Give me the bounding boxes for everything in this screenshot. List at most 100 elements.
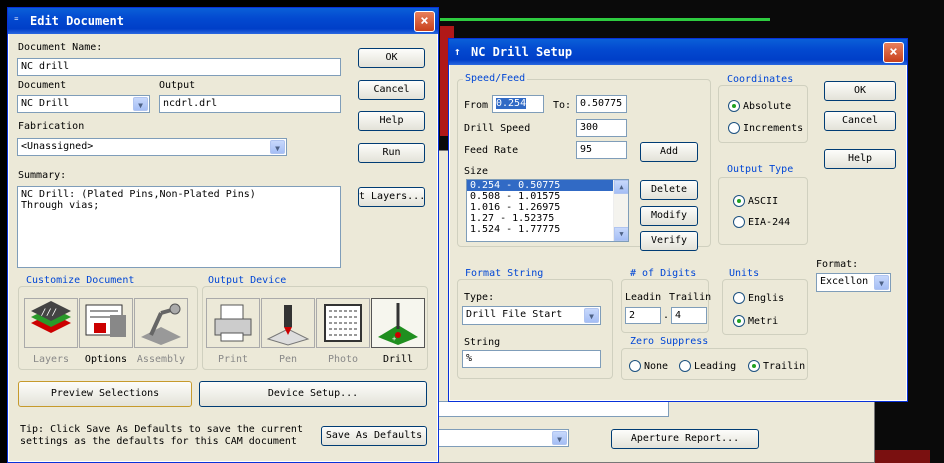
layers-label: Layers [32, 354, 70, 365]
trailing-digits-label: Trailin [669, 292, 712, 303]
background-combo[interactable]: ▼ [431, 429, 569, 447]
assembly-icon [141, 303, 181, 345]
to-input[interactable]: 0.50775 [576, 95, 627, 113]
output-device-title: Output Device [206, 275, 289, 286]
format-label: Format: [816, 259, 859, 270]
print-label: Print [217, 354, 249, 365]
document-name-input[interactable]: NC drill [17, 58, 341, 76]
eia-label: EIA-244 [748, 217, 791, 228]
to-label: To: [553, 100, 572, 111]
zero-leading-label: Leading [694, 361, 737, 372]
verify-button[interactable]: Verify [640, 231, 698, 251]
run-button[interactable]: Run [358, 143, 425, 163]
nc-drill-setup-dialog: ↑ NC Drill Setup × Speed/Feed From 0.254… [448, 38, 908, 402]
ascii-label: ASCII [748, 196, 779, 207]
list-item[interactable]: 1.016 - 1.26975 [467, 202, 628, 213]
absolute-radio[interactable] [728, 100, 740, 112]
edit-document-title: Edit Document [30, 14, 124, 28]
ascii-radio[interactable] [733, 195, 745, 207]
zero-trailing-radio[interactable] [748, 360, 760, 372]
tip-line: settings as the defaults for this CAM do… [20, 436, 297, 447]
drill-speed-input[interactable]: 300 [576, 119, 627, 137]
delete-button[interactable]: Delete [640, 180, 698, 200]
print-icon-button[interactable] [206, 298, 260, 348]
close-icon[interactable]: × [883, 42, 904, 63]
layers-icon-button[interactable]: /// [24, 298, 78, 348]
fabrication-combo[interactable]: <Unassigned> ▼ [17, 138, 287, 156]
pen-label: Pen [278, 354, 298, 365]
fabrication-label: Fabrication [18, 121, 85, 132]
from-input[interactable]: 0.254 [492, 95, 544, 113]
trailing-digits-input[interactable]: 4 [671, 307, 707, 324]
tip-line: Tip: Click Save As Defaults to save the … [20, 424, 303, 435]
add-button[interactable]: Add [640, 142, 698, 162]
format-combo[interactable]: Excellon ▼ [816, 273, 891, 292]
document-value: NC Drill [21, 98, 70, 109]
background-field[interactable] [431, 401, 669, 417]
size-scrollbar[interactable]: ▲ ▼ [613, 180, 628, 241]
assembly-icon-button[interactable] [134, 298, 188, 348]
photo-icon-button[interactable] [316, 298, 370, 348]
coordinates-title: Coordinates [725, 74, 796, 85]
leading-digits-label: Leadin [625, 292, 662, 303]
type-combo[interactable]: Drill File Start ▼ [462, 306, 601, 325]
chevron-down-icon: ▼ [133, 97, 148, 111]
feed-rate-input[interactable]: 95 [576, 141, 627, 159]
chevron-down-icon: ▼ [270, 140, 285, 154]
output-input[interactable]: ncdrl.drl [159, 95, 341, 113]
close-icon[interactable]: × [414, 11, 435, 32]
options-label: Options [84, 354, 128, 365]
type-value: Drill File Start [466, 309, 563, 320]
drill-speed-label: Drill Speed [464, 123, 531, 134]
customize-document-title: Customize Document [24, 275, 137, 286]
drill-icon-button[interactable]: + [371, 298, 425, 348]
english-radio[interactable] [733, 292, 745, 304]
metric-radio[interactable] [733, 315, 745, 327]
options-icon-button[interactable] [79, 298, 133, 348]
nc-drill-setup-title: NC Drill Setup [471, 45, 573, 59]
nc-ok-button[interactable]: OK [824, 81, 896, 101]
format-value: Excellon [820, 276, 869, 287]
svg-text:///: /// [41, 308, 57, 318]
device-setup-button[interactable]: Device Setup... [199, 381, 427, 407]
list-item[interactable]: 0.508 - 1.01575 [467, 191, 628, 202]
from-label: From [464, 100, 489, 111]
document-combo[interactable]: NC Drill ▼ [17, 95, 150, 113]
modify-button[interactable]: Modify [640, 206, 698, 226]
zero-none-radio[interactable] [629, 360, 641, 372]
chevron-up-icon[interactable]: ▲ [614, 180, 628, 194]
save-as-defaults-button[interactable]: Save As Defaults [321, 426, 427, 446]
leading-digits-input[interactable]: 2 [625, 307, 661, 324]
preview-selections-button[interactable]: Preview Selections [18, 381, 192, 407]
printer-icon [214, 304, 252, 342]
cancel-button[interactable]: Cancel [358, 80, 425, 100]
edit-document-titlebar: ⁼ Edit Document × [8, 8, 438, 34]
help-button[interactable]: Help [358, 111, 425, 131]
eia-radio[interactable] [733, 216, 745, 228]
list-item[interactable]: 0.254 - 0.50775 [467, 180, 628, 191]
nc-cancel-button[interactable]: Cancel [824, 111, 896, 131]
nc-help-button[interactable]: Help [824, 149, 896, 169]
options-icon [85, 304, 126, 337]
select-layers-button[interactable]: t Layers... [358, 187, 425, 207]
digits-separator: . [663, 310, 670, 321]
incremental-label: Increments [743, 123, 804, 134]
format-string-title: Format String [463, 268, 546, 279]
aperture-report-button[interactable]: Aperture Report... [611, 429, 759, 449]
ok-button[interactable]: OK [358, 48, 425, 68]
feed-rate-label: Feed Rate [464, 145, 519, 156]
pen-icon-button[interactable] [261, 298, 315, 348]
string-input[interactable]: % [462, 350, 601, 368]
list-item[interactable]: 1.524 - 1.77775 [467, 224, 628, 235]
summary-textarea[interactable]: NC Drill: (Plated Pins,Non-Plated Pins) … [17, 186, 341, 268]
pcb-board-outline [440, 18, 770, 21]
output-type-group [718, 177, 808, 245]
chevron-down-icon[interactable]: ▼ [614, 227, 628, 241]
list-item[interactable]: 1.27 - 1.52375 [467, 213, 628, 224]
incremental-radio[interactable] [728, 122, 740, 134]
zero-trailing-label: Trailin [763, 361, 806, 372]
drill-label: Drill [382, 354, 414, 365]
size-listbox[interactable]: 0.254 - 0.50775 0.508 - 1.01575 1.016 - … [466, 179, 629, 242]
layers-icon: /// [31, 301, 71, 333]
zero-leading-radio[interactable] [679, 360, 691, 372]
